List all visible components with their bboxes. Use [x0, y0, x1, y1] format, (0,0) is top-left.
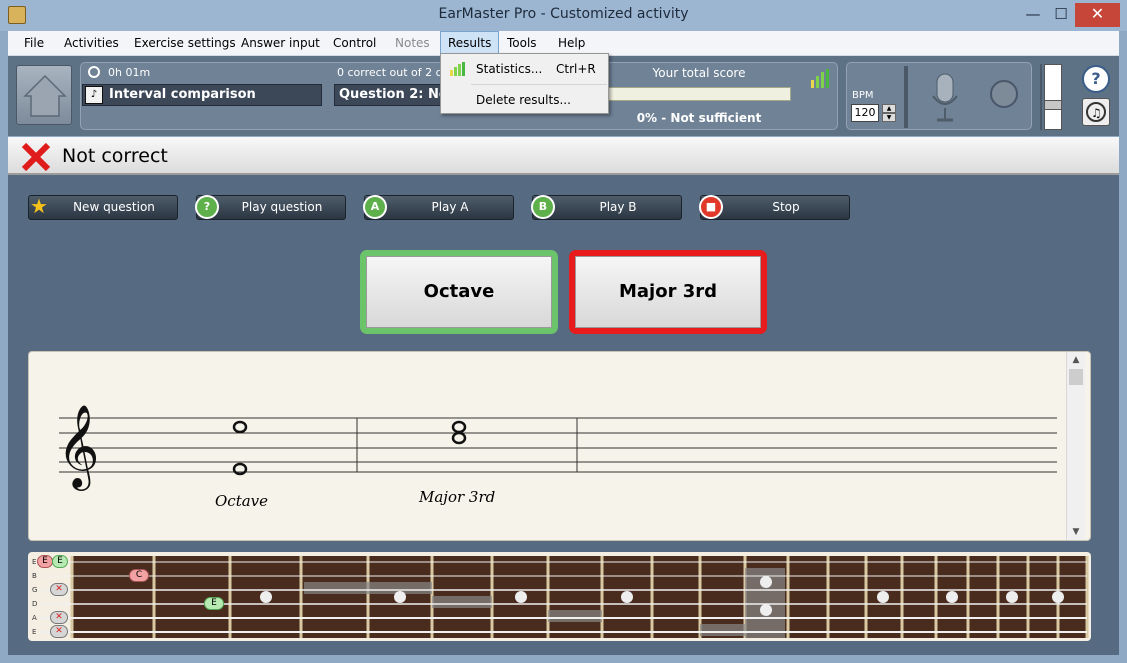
tempo-divider [904, 66, 908, 128]
new-question-button[interactable]: ★ New question [28, 195, 178, 220]
volume-slider[interactable] [1044, 64, 1062, 130]
volume-slider-handle[interactable] [1044, 100, 1062, 110]
fret-marker[interactable]: E [52, 555, 68, 568]
correct-count: 0 correct out of 2 que [337, 66, 441, 79]
answer-major-3rd-button[interactable]: Major 3rd [575, 256, 761, 328]
answer-major-3rd-frame: Major 3rd [569, 250, 767, 334]
answer-octave-button[interactable]: Octave [366, 256, 552, 328]
maximize-button[interactable]: ☐ [1047, 3, 1075, 27]
score-progress-bar [607, 87, 791, 101]
menu-item-delete-results[interactable]: Delete results... [442, 88, 608, 112]
string-label: A [32, 614, 37, 622]
statistics-shortcut: Ctrl+R [556, 62, 596, 76]
statistics-icon[interactable] [810, 68, 830, 88]
staff-lines: 𝄞 [57, 403, 1057, 491]
interval-icon: ♪ [85, 86, 103, 104]
string-label: G [32, 586, 38, 594]
bpm-down-button[interactable]: ▼ [882, 113, 896, 122]
string-label: E [32, 628, 37, 636]
string-label: D [32, 600, 38, 608]
play-question-label: Play question [241, 200, 323, 214]
play-a-button[interactable]: A Play A [363, 195, 514, 220]
fret-marker[interactable]: C [129, 569, 149, 582]
home-icon [23, 74, 67, 117]
statistics-icon [450, 62, 465, 76]
help-icon[interactable]: ? [1082, 65, 1110, 93]
staff-notation: 𝄞 Octave Major 3rd [28, 351, 1091, 541]
string-label: B [32, 572, 37, 580]
answer-octave-frame: Octave [360, 250, 558, 334]
score-value: 0% - Not sufficient [636, 111, 762, 125]
staff-label-major-3rd: Major 3rd [419, 488, 496, 506]
window-title: EarMaster Pro - Customized activity [438, 6, 689, 22]
statistics-label: Statistics... [476, 62, 543, 76]
microphone-icon[interactable] [927, 70, 963, 126]
muted-string-icon[interactable]: ✕ [50, 611, 68, 624]
star-icon: ★ [30, 194, 48, 218]
menu-answer-input[interactable]: Answer input [234, 31, 327, 56]
guitar-fretboard[interactable]: E B G D A E E E C E ✕ ✕ ✕ [28, 552, 1091, 641]
delete-results-label: Delete results... [476, 93, 571, 107]
results-menu-dropdown: Statistics... Ctrl+R Delete results... [440, 53, 609, 114]
scroll-up-icon[interactable]: ▲ [1067, 355, 1085, 365]
home-button[interactable] [16, 65, 72, 125]
scroll-thumb[interactable] [1069, 369, 1083, 385]
play-question-button[interactable]: ? Play question [195, 195, 346, 220]
stop-button[interactable]: ■ Stop [699, 195, 850, 220]
muted-string-icon[interactable]: ✕ [50, 625, 68, 638]
menu-exercise-settings[interactable]: Exercise settings [127, 31, 243, 56]
score-label: Your total score [652, 66, 746, 80]
play-a-icon: A [363, 195, 387, 219]
music-settings-icon[interactable]: ♫ [1082, 98, 1110, 126]
play-b-button[interactable]: B Play B [531, 195, 682, 220]
fret-marker[interactable]: E [204, 597, 224, 610]
staff-label-octave: Octave [215, 492, 269, 510]
menu-activities[interactable]: Activities [57, 31, 126, 56]
stop-icon: ■ [699, 195, 723, 219]
new-question-label: New question [73, 200, 155, 214]
svg-text:♫: ♫ [1091, 106, 1102, 120]
bpm-label: BPM [852, 90, 874, 101]
close-button[interactable]: ✕ [1075, 3, 1120, 27]
bpm-up-button[interactable]: ▲ [882, 104, 896, 113]
activity-name: Interval comparison [82, 84, 322, 106]
play-a-label: Play A [431, 200, 469, 214]
clock-icon [88, 66, 100, 78]
wrong-answer-icon [20, 141, 52, 173]
play-question-icon: ? [195, 195, 219, 219]
menu-item-statistics[interactable]: Statistics... Ctrl+R [442, 57, 608, 81]
menu-separator [471, 84, 607, 85]
status-bar [8, 137, 1119, 175]
play-b-icon: B [531, 195, 555, 219]
menu-notes[interactable]: Notes [388, 31, 437, 56]
menu-file[interactable]: File [17, 31, 51, 56]
status-message: Not correct [62, 145, 168, 167]
string-names: E B G D A E [32, 555, 37, 639]
elapsed-time: 0h 01m [108, 66, 151, 79]
minimize-button[interactable]: — [1019, 3, 1047, 27]
volume-divider [1040, 64, 1042, 130]
fretboard-graphic [40, 556, 1089, 638]
treble-clef-icon: 𝄞 [57, 403, 100, 491]
bpm-input[interactable]: 120 [851, 104, 879, 122]
tuner-knob-icon[interactable] [990, 80, 1018, 108]
staff-scrollbar[interactable]: ▲ ▼ [1066, 352, 1085, 540]
stop-label: Stop [772, 200, 800, 214]
scroll-down-icon[interactable]: ▼ [1067, 527, 1085, 537]
menu-control[interactable]: Control [326, 31, 383, 56]
muted-string-icon[interactable]: ✕ [50, 583, 68, 596]
play-b-label: Play B [599, 200, 637, 214]
fret-marker[interactable]: E [37, 555, 53, 568]
question-status: Question 2: Not [334, 84, 441, 106]
